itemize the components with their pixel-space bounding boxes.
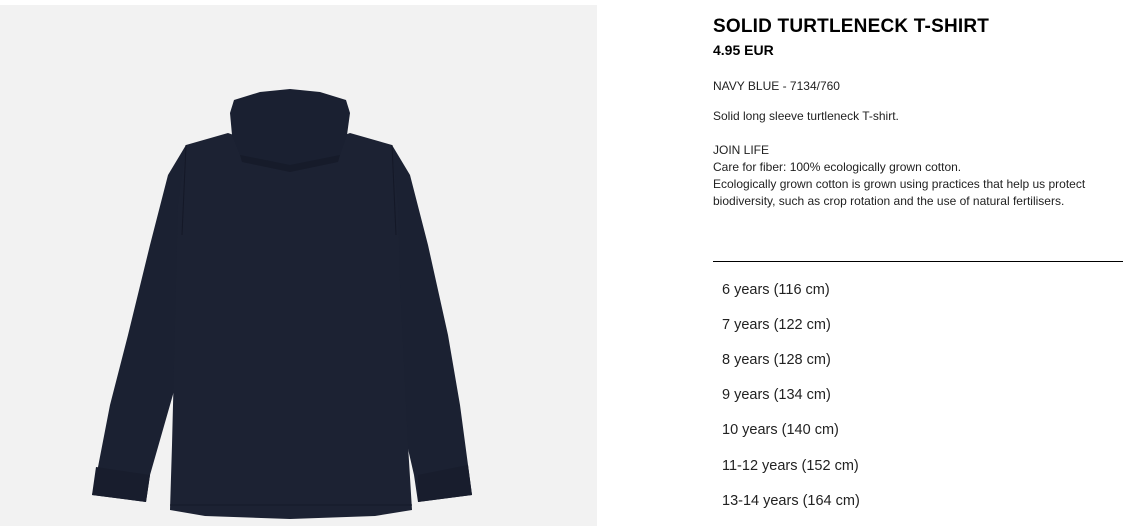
turtleneck-shirt-image <box>92 89 472 519</box>
size-option[interactable]: 8 years (128 cm) <box>713 342 1123 377</box>
size-selector: 6 years (116 cm) 7 years (122 cm) 8 year… <box>713 272 1123 518</box>
size-option[interactable]: 7 years (122 cm) <box>713 307 1123 342</box>
product-page: SOLID TURTLENECK T-SHIRT 4.95 EUR NAVY B… <box>0 0 1128 526</box>
care-details-text: Ecologically grown cotton is grown using… <box>713 177 1086 208</box>
care-fiber-text: Care for fiber: 100% ecologically grown … <box>713 160 962 174</box>
care-info: JOIN LIFE Care for fiber: 100% ecologica… <box>713 142 1123 210</box>
product-title: SOLID TURTLENECK T-SHIRT <box>713 16 990 37</box>
care-heading: JOIN LIFE <box>713 143 770 157</box>
product-info: SOLID TURTLENECK T-SHIRT 4.95 EUR NAVY B… <box>713 15 1123 210</box>
size-option[interactable]: 9 years (134 cm) <box>713 378 1123 413</box>
size-option[interactable]: 6 years (116 cm) <box>713 272 1123 307</box>
product-description: Solid long sleeve turtleneck T-shirt. <box>713 109 899 123</box>
size-list-divider <box>713 261 1123 262</box>
product-price: 4.95 EUR <box>713 42 774 58</box>
product-image[interactable] <box>0 5 597 526</box>
size-option[interactable]: 10 years (140 cm) <box>713 413 1123 448</box>
size-option[interactable]: 13-14 years (164 cm) <box>713 483 1123 518</box>
size-option[interactable]: 11-12 years (152 cm) <box>713 448 1123 483</box>
product-color-reference: NAVY BLUE - 7134/760 <box>713 79 840 93</box>
